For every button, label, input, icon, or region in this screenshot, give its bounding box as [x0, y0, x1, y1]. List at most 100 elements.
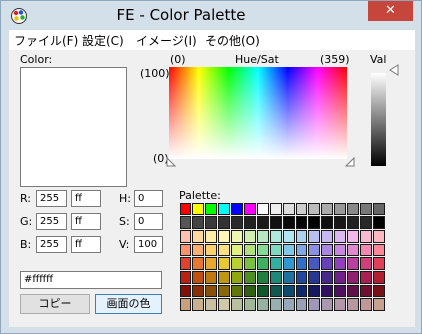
palette-swatch[interactable] — [295, 216, 308, 229]
menu-settings[interactable]: 設定(C) — [82, 32, 124, 49]
palette-swatch[interactable] — [321, 243, 334, 257]
palette-swatch[interactable] — [205, 270, 218, 284]
palette-swatch[interactable] — [334, 216, 347, 229]
palette-swatch[interactable] — [334, 202, 347, 216]
palette-swatch[interactable] — [192, 243, 205, 257]
palette-swatch[interactable] — [295, 298, 308, 311]
hex-color-field[interactable]: #ffffff — [20, 271, 162, 289]
palette-swatch[interactable] — [231, 270, 243, 284]
palette-swatch[interactable] — [359, 270, 372, 284]
palette-swatch[interactable] — [295, 202, 308, 216]
hue-field[interactable]: 0 — [134, 190, 163, 207]
palette-swatch[interactable] — [179, 229, 192, 243]
palette-swatch[interactable] — [179, 284, 192, 298]
palette-swatch[interactable] — [372, 270, 385, 284]
palette-swatch[interactable] — [231, 216, 243, 229]
palette-swatch[interactable] — [256, 270, 269, 284]
palette-swatch[interactable] — [218, 298, 231, 311]
palette-swatch[interactable] — [243, 270, 256, 284]
palette-swatch[interactable] — [334, 243, 347, 257]
palette-swatch[interactable] — [295, 257, 308, 270]
palette-swatch[interactable] — [256, 243, 269, 257]
palette-swatch[interactable] — [231, 284, 243, 298]
palette-swatch[interactable] — [192, 284, 205, 298]
palette-swatch[interactable] — [256, 298, 269, 311]
palette-swatch[interactable] — [269, 257, 282, 270]
palette-swatch[interactable] — [269, 229, 282, 243]
copy-button[interactable]: コピー — [20, 294, 90, 314]
palette-swatch[interactable] — [192, 216, 205, 229]
palette-swatch[interactable] — [179, 257, 192, 270]
palette-swatch[interactable] — [256, 257, 269, 270]
palette-swatch[interactable] — [218, 270, 231, 284]
palette-swatch[interactable] — [347, 216, 359, 229]
palette-swatch[interactable] — [243, 243, 256, 257]
palette-swatch[interactable] — [347, 243, 359, 257]
palette-swatch[interactable] — [295, 243, 308, 257]
palette-swatch[interactable] — [205, 202, 218, 216]
menu-image[interactable]: イメージ(I) — [136, 32, 197, 49]
palette-swatch[interactable] — [218, 257, 231, 270]
palette-swatch[interactable] — [321, 202, 334, 216]
palette-swatch[interactable] — [218, 202, 231, 216]
palette-swatch[interactable] — [243, 216, 256, 229]
palette-swatch[interactable] — [205, 257, 218, 270]
palette-swatch[interactable] — [205, 243, 218, 257]
palette-swatch[interactable] — [179, 202, 192, 216]
palette-swatch[interactable] — [218, 284, 231, 298]
palette-swatch[interactable] — [205, 284, 218, 298]
palette-swatch[interactable] — [347, 284, 359, 298]
palette-swatch[interactable] — [218, 243, 231, 257]
palette-swatch[interactable] — [334, 298, 347, 311]
palette-swatch[interactable] — [334, 284, 347, 298]
palette-swatch[interactable] — [282, 257, 295, 270]
palette-swatch[interactable] — [321, 216, 334, 229]
palette-swatch[interactable] — [192, 202, 205, 216]
palette-swatch[interactable] — [334, 257, 347, 270]
palette-swatch[interactable] — [321, 298, 334, 311]
palette-swatch[interactable] — [282, 243, 295, 257]
palette-swatch[interactable] — [179, 298, 192, 311]
palette-swatch[interactable] — [282, 284, 295, 298]
close-button[interactable]: ✕ — [368, 1, 413, 21]
palette-swatch[interactable] — [308, 216, 321, 229]
palette-swatch[interactable] — [282, 229, 295, 243]
palette-swatch[interactable] — [321, 257, 334, 270]
palette-swatch[interactable] — [231, 257, 243, 270]
value-slider-marker[interactable] — [389, 64, 399, 76]
palette-swatch[interactable] — [359, 284, 372, 298]
palette-swatch[interactable] — [372, 298, 385, 311]
green-hex-field[interactable]: ff — [71, 213, 101, 230]
palette-swatch[interactable] — [218, 216, 231, 229]
palette-swatch[interactable] — [256, 229, 269, 243]
blue-hex-field[interactable]: ff — [71, 236, 101, 253]
palette-swatch[interactable] — [359, 298, 372, 311]
hs-cursor-marker[interactable] — [166, 157, 176, 167]
palette-swatch[interactable] — [295, 229, 308, 243]
palette-swatch[interactable] — [269, 284, 282, 298]
palette-swatch[interactable] — [243, 257, 256, 270]
palette-swatch[interactable] — [308, 284, 321, 298]
palette-swatch[interactable] — [243, 298, 256, 311]
palette-swatch[interactable] — [359, 243, 372, 257]
red-hex-field[interactable]: ff — [71, 190, 101, 207]
palette-swatch[interactable] — [205, 216, 218, 229]
hue-sat-picker[interactable] — [169, 67, 347, 159]
palette-swatch[interactable] — [269, 216, 282, 229]
palette-swatch[interactable] — [372, 257, 385, 270]
palette-swatch[interactable] — [231, 229, 243, 243]
palette-swatch[interactable] — [347, 229, 359, 243]
palette-swatch[interactable] — [308, 257, 321, 270]
palette-swatch[interactable] — [218, 229, 231, 243]
value-field[interactable]: 100 — [134, 236, 163, 253]
palette-swatch[interactable] — [321, 284, 334, 298]
palette-swatch[interactable] — [179, 270, 192, 284]
palette-swatch[interactable] — [192, 257, 205, 270]
palette-swatch[interactable] — [231, 298, 243, 311]
title-bar[interactable]: FE - Color Palette ✕ — [1, 1, 421, 30]
palette-swatch[interactable] — [256, 216, 269, 229]
palette-swatch[interactable] — [269, 270, 282, 284]
palette-swatch[interactable] — [372, 229, 385, 243]
palette-swatch[interactable] — [372, 243, 385, 257]
menu-other[interactable]: その他(O) — [205, 32, 260, 49]
